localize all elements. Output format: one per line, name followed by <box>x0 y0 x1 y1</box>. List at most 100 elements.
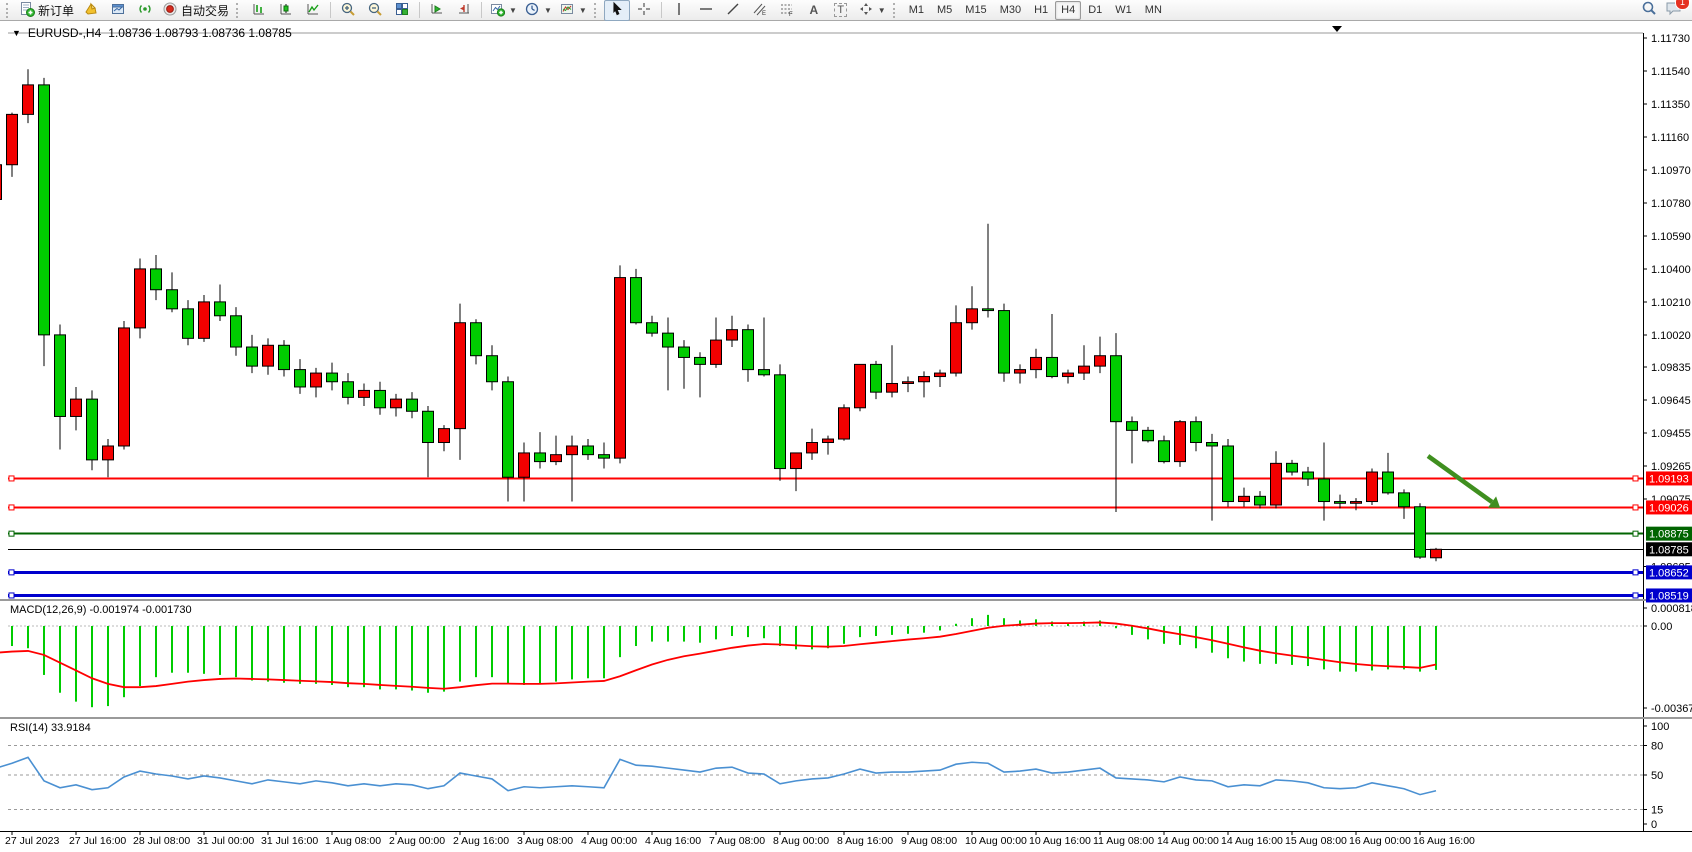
text-button[interactable]: A <box>801 0 827 21</box>
line-chart-button[interactable] <box>300 0 326 21</box>
candle-down <box>1047 357 1058 376</box>
time-axis-label: 2 Aug 16:00 <box>453 835 509 847</box>
price-axis-tick: 1.10590 <box>1651 231 1691 243</box>
zoom-out-button[interactable] <box>362 0 388 21</box>
toolbar-grip[interactable] <box>236 3 242 18</box>
timeframe-mn-button[interactable]: MN <box>1139 1 1168 20</box>
line-handle[interactable] <box>1633 531 1638 536</box>
price-label-text: 1.08652 <box>1649 567 1689 579</box>
macd-histogram-bar <box>555 626 557 682</box>
macd-histogram-bar <box>475 626 477 677</box>
candle-down <box>679 347 690 357</box>
macd-histogram-bar <box>779 626 781 646</box>
trendline-button[interactable] <box>720 0 746 21</box>
toolbar-grip[interactable] <box>893 3 899 18</box>
new-order-button[interactable]: 新订单 <box>16 0 77 21</box>
timeframe-m1-button[interactable]: M1 <box>903 1 930 20</box>
crosshair-button[interactable] <box>631 0 657 21</box>
price-axis-tick: 1.10210 <box>1651 297 1691 309</box>
timeframe-m5-button[interactable]: M5 <box>931 1 958 20</box>
rsi-axis-tick: 50 <box>1651 770 1663 782</box>
line-handle[interactable] <box>9 531 14 536</box>
candle-down <box>231 316 242 347</box>
candle-up <box>551 455 562 462</box>
macd-histogram-bar <box>939 626 941 630</box>
time-axis-label: 14 Aug 16:00 <box>1221 835 1283 847</box>
time-axis-label: 31 Jul 16:00 <box>261 835 318 847</box>
market-watch-button[interactable] <box>78 0 104 21</box>
candle-down <box>583 446 594 455</box>
line-handle[interactable] <box>9 593 14 598</box>
rsi-axis-tick: 0 <box>1651 819 1657 831</box>
search-button[interactable] <box>1641 0 1657 21</box>
macd-histogram-bar <box>379 626 381 689</box>
time-axis-label: 10 Aug 00:00 <box>965 835 1027 847</box>
line-handle[interactable] <box>9 476 14 481</box>
arrows-icon <box>858 1 874 20</box>
signals-button[interactable] <box>132 0 158 21</box>
candle-down <box>87 399 98 460</box>
toolbar-grip[interactable] <box>594 3 600 18</box>
fibonacci-button[interactable]: F <box>774 0 800 21</box>
line-handle[interactable] <box>1633 505 1638 510</box>
indicators-button[interactable]: ▼ <box>486 0 520 21</box>
chart-shift-button[interactable] <box>451 0 477 21</box>
arrows-button[interactable]: ▼ <box>855 0 889 21</box>
timeframe-h4-button[interactable]: H4 <box>1055 1 1081 20</box>
price-label-text: 1.09026 <box>1649 502 1689 514</box>
candle-down <box>39 85 50 335</box>
timeframe-w1-button[interactable]: W1 <box>1109 1 1138 20</box>
chart-shift-marker[interactable] <box>1332 26 1342 32</box>
macd-histogram-bar <box>603 626 605 678</box>
price-label-text: 1.08519 <box>1649 590 1689 602</box>
line-handle[interactable] <box>1633 593 1638 598</box>
timeframe-m15-button[interactable]: M15 <box>959 1 992 20</box>
candle-down <box>343 382 354 398</box>
cursor-button[interactable] <box>604 0 630 21</box>
navigator-icon <box>110 1 126 20</box>
templates-button[interactable]: ▼ <box>556 0 590 21</box>
chevron-down-icon: ▼ <box>878 6 886 15</box>
timeframe-m30-button[interactable]: M30 <box>994 1 1027 20</box>
line-handle[interactable] <box>9 570 14 575</box>
line-handle[interactable] <box>1633 570 1638 575</box>
symbol-dropdown-icon[interactable]: ▼ <box>12 28 21 38</box>
macd-histogram-bar <box>427 626 429 693</box>
candle-up <box>119 328 130 446</box>
notifications-button[interactable]: 1 <box>1665 0 1683 21</box>
candle-down <box>1191 422 1202 443</box>
candlestick-chart-button[interactable] <box>273 0 299 21</box>
bar-chart-button[interactable] <box>246 0 272 21</box>
zoom-in-button[interactable] <box>335 0 361 21</box>
market-watch-icon <box>83 1 99 20</box>
auto-scroll-button[interactable] <box>424 0 450 21</box>
line-handle[interactable] <box>9 505 14 510</box>
candle-up <box>615 278 626 459</box>
candle-down <box>1399 493 1410 507</box>
periods-button[interactable]: ▼ <box>521 0 555 21</box>
tile-windows-button[interactable] <box>389 0 415 21</box>
chart-window[interactable]: 1.117301.115401.113501.111601.109701.107… <box>0 22 1692 852</box>
macd-histogram-bar <box>587 626 589 678</box>
horizontal-line-button[interactable] <box>693 0 719 21</box>
price-axis-tick: 1.10400 <box>1651 264 1691 276</box>
chart-canvas[interactable]: 1.117301.115401.113501.111601.109701.107… <box>0 22 1692 852</box>
candle-down <box>247 347 258 366</box>
equidistant-channel-button[interactable]: E <box>747 0 773 21</box>
auto-trading-button[interactable]: 自动交易 <box>159 0 232 21</box>
candle-down <box>983 309 994 311</box>
macd-histogram-bar <box>1291 626 1293 665</box>
chevron-down-icon: ▼ <box>509 6 517 15</box>
candle-up <box>791 453 802 469</box>
text-label-button[interactable]: T <box>828 0 854 21</box>
candle-down <box>295 370 306 387</box>
line-handle[interactable] <box>1633 476 1638 481</box>
vertical-line-button[interactable] <box>666 0 692 21</box>
timeframe-h1-button[interactable]: H1 <box>1028 1 1054 20</box>
timeframe-d1-button[interactable]: D1 <box>1082 1 1108 20</box>
navigator-button[interactable] <box>105 0 131 21</box>
candle-up <box>727 330 738 340</box>
macd-histogram-bar <box>1163 626 1165 644</box>
candle-up <box>839 408 850 439</box>
toolbar-grip[interactable] <box>6 3 12 18</box>
